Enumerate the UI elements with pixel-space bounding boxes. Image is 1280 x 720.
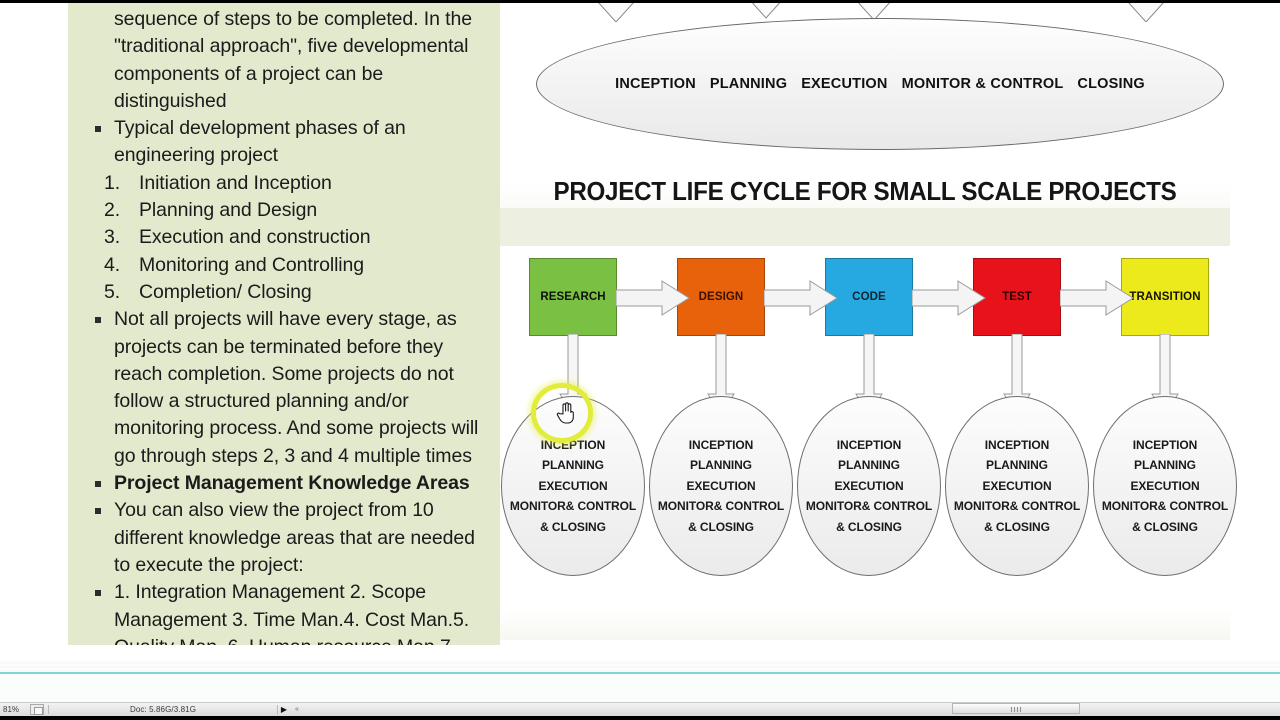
phase-box[interactable]: RESEARCH (529, 258, 617, 336)
phase-box[interactable]: TRANSITION (1121, 258, 1209, 336)
phase-circle-text: INCEPTION PLANNING EXECUTION MONITOR& CONTR… (806, 435, 932, 538)
down-arrow-icon (598, 0, 634, 22)
small-scale-ellipse: INCEPTION PLANNING EXECUTION MONITOR & CONT… (536, 18, 1224, 150)
phase-circle-line: & CLOSING (1132, 519, 1198, 534)
phase-circle-line: & CLOSING (836, 519, 902, 534)
phase-circle[interactable]: INCEPTION PLANNING EXECUTION MONITOR& CONTR… (1093, 396, 1237, 576)
top-letterbox (0, 0, 1280, 3)
phase-circle[interactable]: INCEPTION PLANNING EXECUTION MONITOR& CONTR… (649, 396, 793, 576)
bullet-number: 1. (104, 171, 121, 194)
phase-box[interactable]: TEST (973, 258, 1061, 336)
phase-circle-line: PLANNING (986, 458, 1048, 473)
phase-circle-line: MONITOR& CONTROL (953, 499, 1081, 514)
phase-circle-line: EXECUTION (982, 478, 1052, 493)
right-arrow-icon (616, 280, 690, 316)
phase-circle-line: PLANNING (1134, 458, 1196, 473)
phase-circle-text: INCEPTION PLANNING EXECUTION MONITOR& CONTR… (1102, 435, 1228, 538)
bullet-number: 5. (104, 280, 121, 303)
phase-circle-line: INCEPTION (836, 437, 902, 452)
phase-circle[interactable]: INCEPTION PLANNING EXECUTION MONITOR& CONTR… (501, 396, 645, 576)
phase-box[interactable]: DESIGN (677, 258, 765, 336)
bullet-item: 2. Planning and Design (86, 197, 486, 224)
phase-circle-text: INCEPTION PLANNING EXECUTION MONITOR& CONTR… (510, 435, 636, 538)
phase-box-label: TRANSITION (1129, 291, 1201, 303)
bullet-number-text: Execution and construction (139, 226, 371, 249)
phase-circle-line: EXECUTION (1130, 478, 1200, 493)
phase-circle[interactable]: INCEPTION PLANNING EXECUTION MONITOR& CONTR… (945, 396, 1089, 576)
phase-box-label: DESIGN (698, 291, 744, 303)
phase-box[interactable]: CODE (825, 258, 913, 336)
bullet-item: Project Management Knowledge Areas (86, 470, 486, 497)
small-scale-caption: PROJECT LIFE CYCLE FOR SMALL SCALE PROJE… (553, 176, 1177, 206)
phase-circle-line: PLANNING (542, 458, 604, 473)
bullet-item: 1. Initiation and Inception (86, 170, 486, 197)
phase-circle-line: INCEPTION (540, 437, 606, 452)
bullet-item: 3. Execution and construction (86, 224, 486, 251)
phase-label: EXECUTION (801, 76, 888, 92)
bullet-item: Typical development phases of an enginee… (86, 115, 486, 170)
right-arrow-icon (912, 280, 986, 316)
small-scale-diagram: INCEPTION PLANNING EXECUTION MONITOR & CONT… (500, 0, 1230, 208)
bullet-number-text: Completion/ Closing (139, 280, 312, 303)
slide-page: sequence of steps to be completed. In th… (0, 0, 1280, 660)
diagram-separator-band (500, 208, 1230, 246)
bullet-number-text: Planning and Design (139, 199, 318, 222)
phase-circle-line: EXECUTION (686, 478, 756, 493)
phase-circle-line: INCEPTION (1132, 437, 1198, 452)
bullet-item: 1. Integration Management 2. Scope Manag… (86, 579, 486, 645)
bullet-list: sequence of steps to be completed. In th… (86, 6, 486, 645)
phase-circle[interactable]: INCEPTION PLANNING EXECUTION MONITOR& CONTR… (797, 396, 941, 576)
phase-circle-line: PLANNING (690, 458, 752, 473)
bullet-number-text: Initiation and Inception (139, 171, 332, 194)
presentation-screen: sequence of steps to be completed. In th… (0, 0, 1280, 720)
phase-circle-line: & CLOSING (984, 519, 1050, 534)
slide-text-panel: sequence of steps to be completed. In th… (68, 0, 500, 645)
phase-circle-line: INCEPTION (688, 437, 754, 452)
small-scale-phase-row: INCEPTION PLANNING EXECUTION MONITOR & CONT… (537, 76, 1223, 92)
large-scale-diagram: RESEARCH DESIGN CODE TEST TRANSITION INCEPTI… (500, 246, 1237, 640)
bullet-number-text: Monitoring and Controlling (139, 253, 365, 276)
bullet-number: 4. (104, 253, 121, 276)
bullet-number: 2. (104, 199, 121, 222)
phase-circle-line: PLANNING (838, 458, 900, 473)
phase-circle-line: MONITOR& CONTROL (805, 499, 933, 514)
right-arrow-icon (1060, 280, 1134, 316)
phase-circle-line: EXECUTION (538, 478, 608, 493)
phase-label: CLOSING (1077, 76, 1145, 92)
phase-box-label: CODE (852, 291, 886, 303)
phase-label: INCEPTION (615, 76, 696, 92)
horizontal-scrollbar-track[interactable] (0, 702, 1280, 716)
right-arrow-icon (764, 280, 838, 316)
phase-circle-line: MONITOR& CONTROL (1101, 499, 1229, 514)
below-divider-area (0, 674, 1280, 702)
bullet-item: You can also view the project from 10 di… (86, 497, 486, 579)
bullet-item: Not all projects will have every stage, … (86, 306, 486, 470)
phase-circle-line: EXECUTION (834, 478, 904, 493)
down-arrow-icon (749, 0, 783, 19)
phase-label: MONITOR & CONTROL (901, 76, 1064, 92)
phase-circle-line: MONITOR& CONTROL (657, 499, 785, 514)
bullet-item: 4. Monitoring and Controlling (86, 252, 486, 279)
bullet-number: 3. (104, 226, 121, 249)
phase-circle-line: MONITOR& CONTROL (509, 499, 637, 514)
bottom-letterbox (0, 716, 1280, 720)
phase-circle-line: INCEPTION (984, 437, 1050, 452)
phase-label: PLANNING (709, 76, 788, 92)
phase-circle-line: & CLOSING (688, 519, 754, 534)
diagram-column: INCEPTION PLANNING EXECUTION MONITOR & CONT… (500, 0, 1280, 660)
phase-circle-text: INCEPTION PLANNING EXECUTION MONITOR& CONTR… (954, 435, 1080, 538)
phase-circle-line: & CLOSING (540, 519, 606, 534)
bullet-item: sequence of steps to be completed. In th… (114, 8, 472, 112)
horizontal-scrollbar-thumb[interactable] (952, 703, 1080, 714)
bullet-item: 5. Completion/ Closing (86, 279, 486, 306)
phase-box-label: TEST (1002, 291, 1032, 303)
down-arrow-icon (1128, 0, 1164, 22)
phase-circle-text: INCEPTION PLANNING EXECUTION MONITOR& CONTR… (658, 435, 784, 538)
phase-box-label: RESEARCH (540, 291, 606, 303)
